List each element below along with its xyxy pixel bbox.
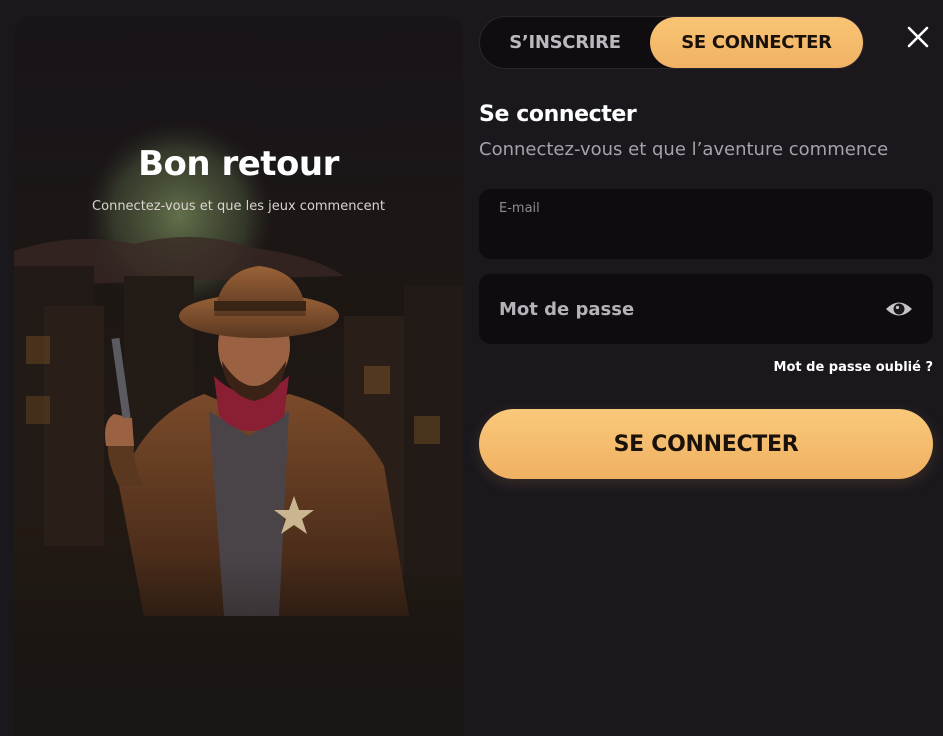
tab-signup[interactable]: S’INSCRIRE (482, 17, 648, 68)
email-field[interactable]: E-mail (479, 189, 933, 259)
email-input[interactable] (499, 219, 909, 249)
close-button[interactable] (903, 22, 933, 52)
hero-subtitle: Connectez-vous et que les jeux commencen… (92, 199, 385, 214)
forgot-password-link[interactable]: Mot de passe oublié ? (774, 360, 933, 375)
email-label: E-mail (499, 201, 540, 216)
password-field[interactable] (479, 274, 933, 344)
hero-panel: Bon retour Connectez-vous et que les jeu… (14, 16, 463, 736)
form-subtitle: Connectez-vous et que l’aventure commenc… (479, 139, 889, 160)
cowboy-illustration (14, 121, 463, 736)
login-submit-button[interactable]: SE CONNECTER (479, 409, 933, 479)
tab-login[interactable]: SE CONNECTER (650, 17, 863, 68)
eye-icon (886, 302, 912, 316)
form-title: Se connecter (479, 102, 637, 127)
close-icon (907, 26, 929, 48)
hero-title: Bon retour (138, 144, 339, 184)
password-input[interactable] (499, 294, 909, 324)
auth-tabs: S’INSCRIRE SE CONNECTER (479, 16, 864, 69)
toggle-password-visibility[interactable] (884, 296, 914, 322)
